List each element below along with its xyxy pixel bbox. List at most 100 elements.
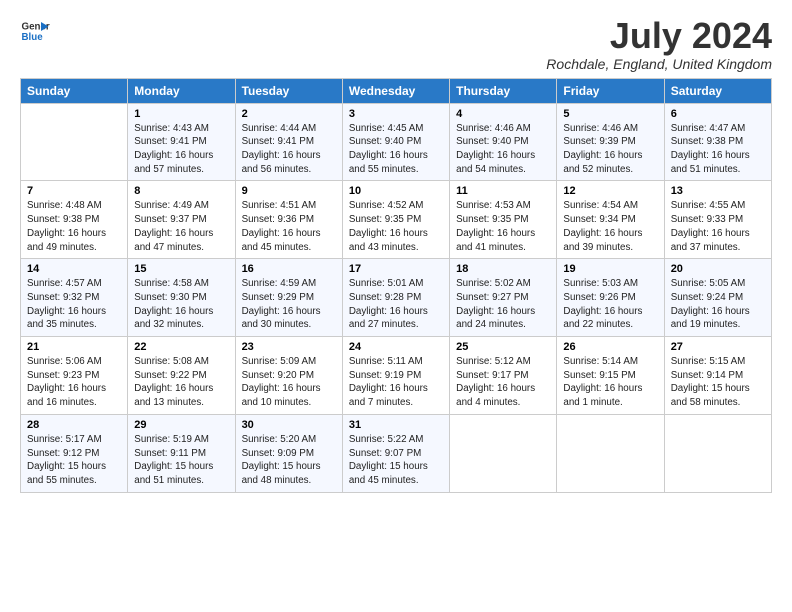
day-info: Sunrise: 5:09 AMSunset: 9:20 PMDaylight:… (242, 355, 336, 410)
day-number: 26 (563, 341, 657, 353)
logo: General Blue (20, 16, 50, 46)
day-number: 23 (242, 341, 336, 353)
day-number: 10 (349, 185, 443, 197)
week-row-2: 7Sunrise: 4:48 AMSunset: 9:38 PMDaylight… (21, 181, 772, 259)
day-cell: 13Sunrise: 4:55 AMSunset: 9:33 PMDayligh… (664, 181, 771, 259)
day-info: Sunrise: 5:08 AMSunset: 9:22 PMDaylight:… (134, 355, 228, 410)
day-cell: 11Sunrise: 4:53 AMSunset: 9:35 PMDayligh… (450, 181, 557, 259)
day-number: 31 (349, 419, 443, 431)
day-cell (664, 414, 771, 492)
day-info: Sunrise: 4:54 AMSunset: 9:34 PMDaylight:… (563, 199, 657, 254)
week-row-4: 21 Sunrise: 5:06 AMSunset: 9:23 PMDayligh… (21, 337, 772, 415)
day-cell: 7Sunrise: 4:48 AMSunset: 9:38 PMDaylight… (21, 181, 128, 259)
day-number: 27 (671, 341, 765, 353)
day-info: Sunrise: 5:14 AMSunset: 9:15 PMDaylight:… (563, 355, 657, 410)
day-number: 12 (563, 185, 657, 197)
day-cell: 3Sunrise: 4:45 AMSunset: 9:40 PMDaylight… (342, 103, 449, 181)
day-cell: 23 Sunrise: 5:09 AMSunset: 9:20 PMDayligh… (235, 337, 342, 415)
day-number: 21 (27, 341, 121, 353)
day-number: 8 (134, 185, 228, 197)
day-number: 1 (134, 108, 228, 120)
day-cell: 12 Sunrise: 4:54 AMSunset: 9:34 PMDayligh… (557, 181, 664, 259)
day-cell: 9 Sunrise: 4:51 AMSunset: 9:36 PMDaylight… (235, 181, 342, 259)
day-info: Sunrise: 5:17 AMSunset: 9:12 PMDaylight:… (27, 433, 121, 488)
day-info: Sunrise: 5:06 AMSunset: 9:23 PMDaylight:… (27, 355, 121, 410)
day-number: 5 (563, 108, 657, 120)
day-info: Sunrise: 4:59 AMSunset: 9:29 PMDaylight:… (242, 277, 336, 332)
week-row-3: 14 Sunrise: 4:57 AMSunset: 9:32 PMDayligh… (21, 259, 772, 337)
day-info: Sunrise: 5:22 AMSunset: 9:07 PMDaylight:… (349, 433, 443, 488)
day-cell: 25Sunrise: 5:12 AMSunset: 9:17 PMDayligh… (450, 337, 557, 415)
day-cell: 30 Sunrise: 5:20 AMSunset: 9:09 PMDayligh… (235, 414, 342, 492)
day-cell: 19 Sunrise: 5:03 AMSunset: 9:26 PMDayligh… (557, 259, 664, 337)
day-cell: 27 Sunrise: 5:15 AMSunset: 9:14 PMDayligh… (664, 337, 771, 415)
day-cell (557, 414, 664, 492)
day-info: Sunrise: 4:49 AMSunset: 9:37 PMDaylight:… (134, 199, 228, 254)
day-number: 17 (349, 263, 443, 275)
day-cell: 2 Sunrise: 4:44 AMSunset: 9:41 PMDaylight… (235, 103, 342, 181)
day-info: Sunrise: 4:52 AMSunset: 9:35 PMDaylight:… (349, 199, 443, 254)
day-cell: 16Sunrise: 4:59 AMSunset: 9:29 PMDayligh… (235, 259, 342, 337)
day-number: 30 (242, 419, 336, 431)
day-number: 22 (134, 341, 228, 353)
day-number: 19 (563, 263, 657, 275)
day-number: 7 (27, 185, 121, 197)
day-cell: 10 Sunrise: 4:52 AMSunset: 9:35 PMDayligh… (342, 181, 449, 259)
day-number: 11 (456, 185, 550, 197)
svg-text:Blue: Blue (22, 32, 44, 43)
week-row-5: 28Sunrise: 5:17 AMSunset: 9:12 PMDayligh… (21, 414, 772, 492)
calendar-page: General Blue July 2024 Rochdale, England… (0, 0, 792, 503)
day-cell: 4 Sunrise: 4:46 AMSunset: 9:40 PMDaylight… (450, 103, 557, 181)
day-info: Sunrise: 4:43 AMSunset: 9:41 PMDaylight:… (134, 122, 228, 177)
title-area: July 2024 Rochdale, England, United King… (546, 16, 772, 72)
day-number: 20 (671, 263, 765, 275)
calendar-table: Sunday Monday Tuesday Wednesday Thursday… (20, 78, 772, 493)
day-cell: 18 Sunrise: 5:02 AMSunset: 9:27 PMDayligh… (450, 259, 557, 337)
day-number: 24 (349, 341, 443, 353)
day-info: Sunrise: 4:47 AMSunset: 9:38 PMDaylight:… (671, 122, 765, 177)
day-cell: 14 Sunrise: 4:57 AMSunset: 9:32 PMDayligh… (21, 259, 128, 337)
day-info: Sunrise: 5:12 AMSunset: 9:17 PMDaylight:… (456, 355, 550, 410)
day-number: 3 (349, 108, 443, 120)
day-number: 29 (134, 419, 228, 431)
day-info: Sunrise: 4:51 AMSunset: 9:36 PMDaylight:… (242, 199, 336, 254)
day-cell (21, 103, 128, 181)
day-info: Sunrise: 4:57 AMSunset: 9:32 PMDaylight:… (27, 277, 121, 332)
logo-icon: General Blue (20, 16, 50, 46)
day-number: 14 (27, 263, 121, 275)
day-info: Sunrise: 5:02 AMSunset: 9:27 PMDaylight:… (456, 277, 550, 332)
day-info: Sunrise: 5:01 AMSunset: 9:28 PMDaylight:… (349, 277, 443, 332)
week-row-1: 1 Sunrise: 4:43 AMSunset: 9:41 PMDaylight… (21, 103, 772, 181)
day-cell: 24 Sunrise: 5:11 AMSunset: 9:19 PMDayligh… (342, 337, 449, 415)
day-info: Sunrise: 5:20 AMSunset: 9:09 PMDaylight:… (242, 433, 336, 488)
day-cell (450, 414, 557, 492)
day-info: Sunrise: 5:05 AMSunset: 9:24 PMDaylight:… (671, 277, 765, 332)
day-number: 9 (242, 185, 336, 197)
day-cell: 6Sunrise: 4:47 AMSunset: 9:38 PMDaylight… (664, 103, 771, 181)
header: General Blue July 2024 Rochdale, England… (20, 16, 772, 72)
month-title: July 2024 (546, 16, 772, 56)
col-monday: Monday (128, 78, 235, 103)
day-cell: 21 Sunrise: 5:06 AMSunset: 9:23 PMDayligh… (21, 337, 128, 415)
day-info: Sunrise: 4:55 AMSunset: 9:33 PMDaylight:… (671, 199, 765, 254)
day-cell: 17 Sunrise: 5:01 AMSunset: 9:28 PMDayligh… (342, 259, 449, 337)
day-cell: 1 Sunrise: 4:43 AMSunset: 9:41 PMDaylight… (128, 103, 235, 181)
day-cell: 22 Sunrise: 5:08 AMSunset: 9:22 PMDayligh… (128, 337, 235, 415)
day-cell: 28Sunrise: 5:17 AMSunset: 9:12 PMDayligh… (21, 414, 128, 492)
day-info: Sunrise: 4:44 AMSunset: 9:41 PMDaylight:… (242, 122, 336, 177)
day-info: Sunrise: 5:03 AMSunset: 9:26 PMDaylight:… (563, 277, 657, 332)
location: Rochdale, England, United Kingdom (546, 56, 772, 72)
day-info: Sunrise: 4:46 AMSunset: 9:39 PMDaylight:… (563, 122, 657, 177)
day-number: 15 (134, 263, 228, 275)
day-cell: 29 Sunrise: 5:19 AMSunset: 9:11 PMDayligh… (128, 414, 235, 492)
day-info: Sunrise: 5:11 AMSunset: 9:19 PMDaylight:… (349, 355, 443, 410)
day-number: 18 (456, 263, 550, 275)
day-cell: 15Sunrise: 4:58 AMSunset: 9:30 PMDayligh… (128, 259, 235, 337)
day-number: 4 (456, 108, 550, 120)
day-number: 2 (242, 108, 336, 120)
day-info: Sunrise: 5:19 AMSunset: 9:11 PMDaylight:… (134, 433, 228, 488)
col-sunday: Sunday (21, 78, 128, 103)
day-info: Sunrise: 4:46 AMSunset: 9:40 PMDaylight:… (456, 122, 550, 177)
day-info: Sunrise: 5:15 AMSunset: 9:14 PMDaylight:… (671, 355, 765, 410)
col-thursday: Thursday (450, 78, 557, 103)
